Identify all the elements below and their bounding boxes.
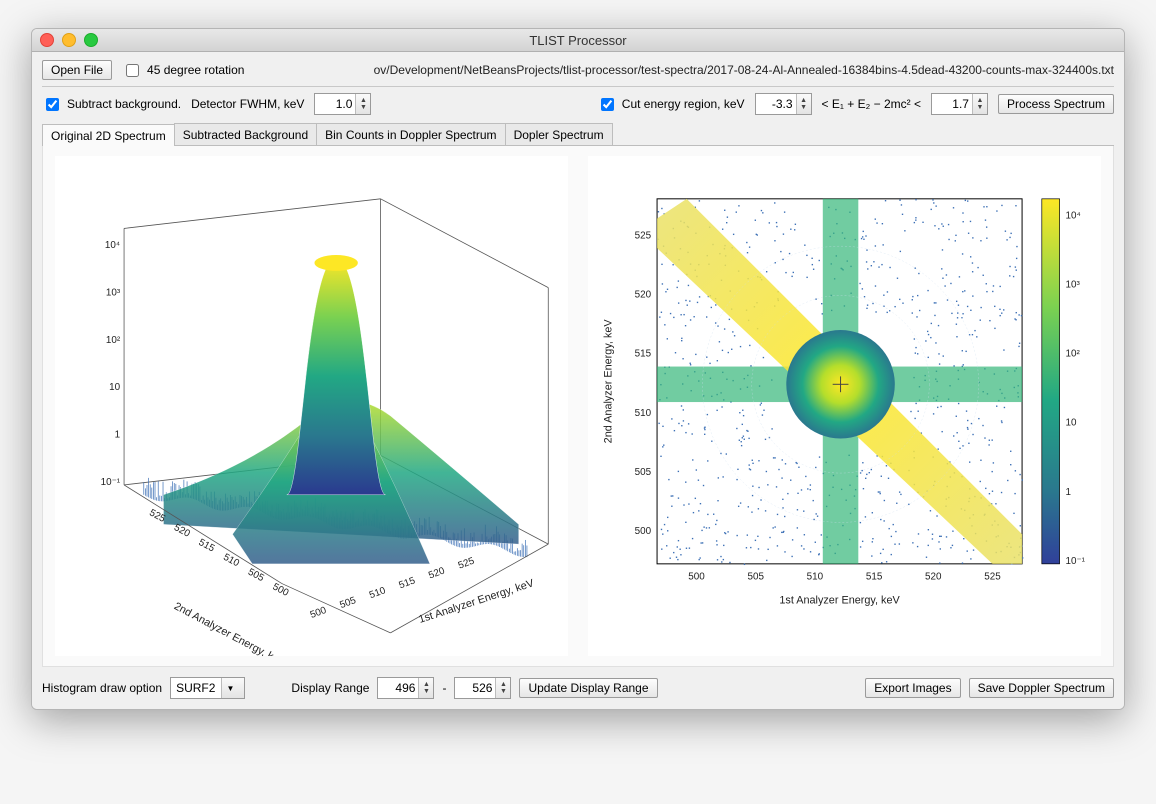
- window-controls: [40, 33, 98, 47]
- process-spectrum-button[interactable]: Process Spectrum: [998, 94, 1114, 114]
- window-title: TLIST Processor: [32, 33, 1124, 48]
- export-images-button[interactable]: Export Images: [865, 678, 960, 698]
- heatmap-xlabel: 1st Analyzer Energy, keV: [779, 594, 900, 606]
- display-range-label: Display Range: [291, 681, 369, 695]
- tab-doppler-spectrum[interactable]: Dopler Spectrum: [505, 123, 613, 145]
- update-range-button[interactable]: Update Display Range: [519, 678, 657, 698]
- svg-text:505: 505: [246, 567, 266, 585]
- svg-text:525: 525: [457, 555, 477, 571]
- svg-text:500: 500: [271, 581, 291, 599]
- app-window: TLIST Processor Open File 45 degree rota…: [31, 28, 1125, 710]
- svg-text:10: 10: [1065, 418, 1076, 429]
- fwhm-input[interactable]: [315, 97, 355, 111]
- svg-text:510: 510: [221, 552, 241, 570]
- range-high-spinner[interactable]: ▲▼: [454, 677, 511, 699]
- open-file-button[interactable]: Open File: [42, 60, 112, 80]
- subtract-label: Subtract background.: [67, 97, 181, 111]
- chevron-down-icon: ▼: [221, 678, 244, 698]
- svg-text:520: 520: [925, 572, 942, 583]
- fwhm-spinner[interactable]: ▲▼: [314, 93, 371, 115]
- svg-text:500: 500: [309, 605, 329, 621]
- svg-text:1: 1: [1065, 487, 1070, 498]
- svg-text:505: 505: [635, 467, 652, 478]
- range-dash: -: [442, 681, 446, 695]
- histogram-option-value: SURF2: [176, 681, 221, 695]
- svg-text:510: 510: [368, 585, 388, 601]
- svg-text:10⁴: 10⁴: [1065, 211, 1080, 222]
- titlebar: TLIST Processor: [32, 29, 1124, 52]
- cut-region-checkbox-input[interactable]: [601, 98, 614, 111]
- spinner-arrows-icon[interactable]: ▲▼: [355, 94, 370, 114]
- histogram-option-label: Histogram draw option: [42, 681, 162, 695]
- spinner-arrows-icon[interactable]: ▲▼: [495, 678, 510, 698]
- svg-text:10: 10: [109, 382, 120, 393]
- svg-text:505: 505: [338, 595, 358, 611]
- svg-text:515: 515: [398, 575, 418, 591]
- fwhm-label: Detector FWHM, keV: [191, 97, 304, 111]
- tab-original-2d[interactable]: Original 2D Spectrum: [42, 124, 175, 146]
- save-doppler-button[interactable]: Save Doppler Spectrum: [969, 678, 1114, 698]
- svg-text:520: 520: [635, 289, 652, 300]
- cut-high-spinner[interactable]: ▲▼: [931, 93, 988, 115]
- histogram-option-select[interactable]: SURF2 ▼: [170, 677, 245, 699]
- heatmap-plot: 500 505 510 515 520 525 500 505 510 515 …: [588, 156, 1101, 656]
- rotation-checkbox[interactable]: 45 degree rotation: [122, 61, 244, 80]
- plot-panel: 10⁻¹ 1 10 10² 10³ 10⁴: [42, 146, 1114, 667]
- tab-bin-counts[interactable]: Bin Counts in Doppler Spectrum: [316, 123, 505, 145]
- minimize-icon[interactable]: [62, 33, 76, 47]
- rotation-checkbox-input[interactable]: [126, 64, 139, 77]
- cut-low-input[interactable]: [756, 97, 796, 111]
- subtract-checkbox[interactable]: Subtract background.: [42, 95, 181, 114]
- svg-text:515: 515: [197, 537, 217, 555]
- svg-text:525: 525: [635, 230, 652, 241]
- svg-text:500: 500: [688, 572, 705, 583]
- close-icon[interactable]: [40, 33, 54, 47]
- svg-text:500: 500: [635, 526, 652, 537]
- svg-text:515: 515: [635, 349, 652, 360]
- subtract-checkbox-input[interactable]: [46, 98, 59, 111]
- cut-region-checkbox[interactable]: Cut energy region, keV: [597, 95, 745, 114]
- spinner-arrows-icon[interactable]: ▲▼: [796, 94, 811, 114]
- cut-high-input[interactable]: [932, 97, 972, 111]
- cut-formula: < E₁ + E₂ − 2mc² <: [822, 97, 921, 111]
- svg-text:525: 525: [984, 572, 1001, 583]
- svg-text:520: 520: [427, 565, 447, 581]
- range-high-input[interactable]: [455, 681, 495, 695]
- svg-text:515: 515: [866, 572, 883, 583]
- svg-text:505: 505: [747, 572, 764, 583]
- spinner-arrows-icon[interactable]: ▲▼: [972, 94, 987, 114]
- svg-text:10³: 10³: [106, 288, 121, 299]
- svg-text:10⁴: 10⁴: [105, 240, 120, 251]
- svg-text:10⁻¹: 10⁻¹: [1065, 556, 1085, 567]
- y-axis-label: 2nd Analyzer Energy, keV: [172, 600, 288, 656]
- cut-label: Cut energy region, keV: [622, 97, 745, 111]
- range-low-input[interactable]: [378, 681, 418, 695]
- spinner-arrows-icon[interactable]: ▲▼: [418, 678, 433, 698]
- svg-text:510: 510: [635, 408, 652, 419]
- zoom-icon[interactable]: [84, 33, 98, 47]
- svg-text:1: 1: [115, 430, 120, 441]
- tab-bar: Original 2D Spectrum Subtracted Backgrou…: [42, 123, 1114, 146]
- svg-text:510: 510: [807, 572, 824, 583]
- content-area: Open File 45 degree rotation ov/Developm…: [32, 52, 1124, 709]
- heatmap-ylabel: 2nd Analyzer Energy, keV: [603, 319, 615, 444]
- svg-text:10⁻¹: 10⁻¹: [101, 477, 121, 488]
- cut-low-spinner[interactable]: ▲▼: [755, 93, 812, 115]
- rotation-label: 45 degree rotation: [147, 63, 244, 77]
- surface3d-plot: 10⁻¹ 1 10 10² 10³ 10⁴: [55, 156, 568, 656]
- svg-text:10²: 10²: [106, 335, 121, 346]
- file-path: ov/Development/NetBeansProjects/tlist-pr…: [374, 63, 1114, 77]
- tab-subtracted-background[interactable]: Subtracted Background: [174, 123, 317, 145]
- svg-text:10³: 10³: [1065, 280, 1080, 291]
- separator: [42, 86, 1114, 87]
- range-low-spinner[interactable]: ▲▼: [377, 677, 434, 699]
- svg-text:10²: 10²: [1065, 349, 1080, 360]
